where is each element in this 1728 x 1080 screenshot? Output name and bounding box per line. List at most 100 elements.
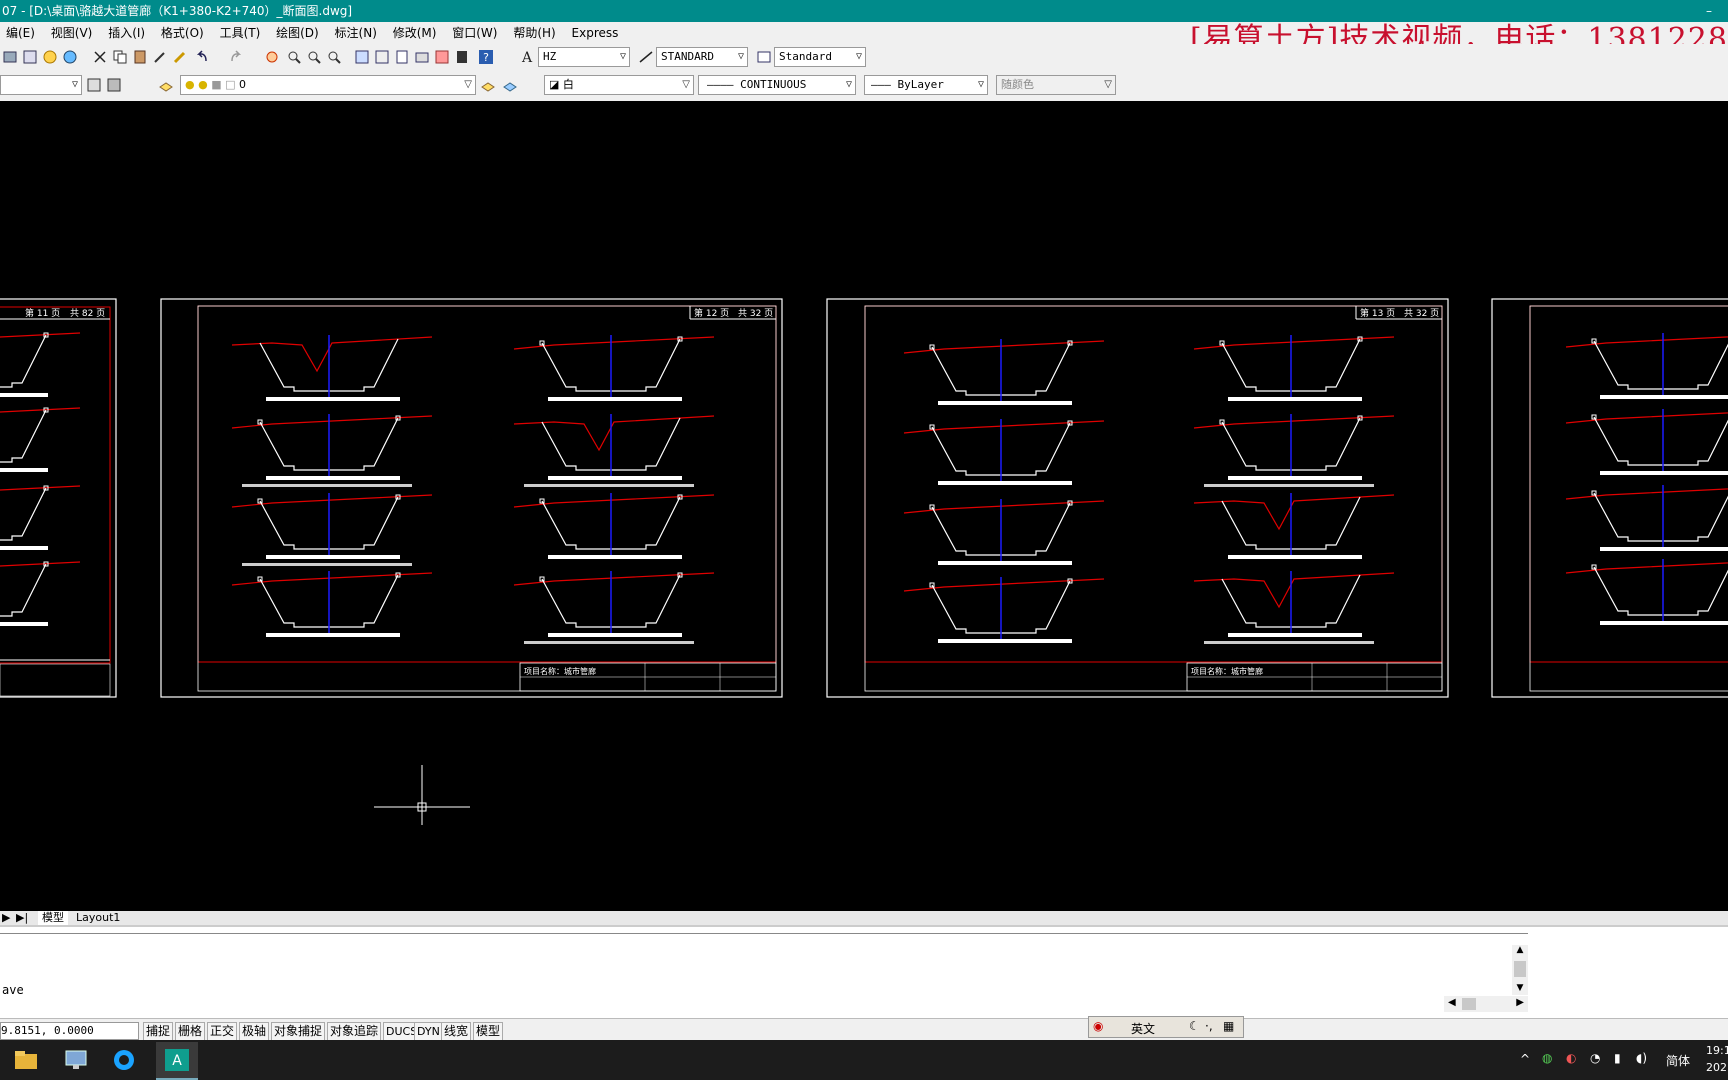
cut-icon[interactable] bbox=[92, 49, 108, 65]
scroll-down-icon[interactable]: ▼ bbox=[1512, 983, 1528, 993]
volume-icon[interactable]: ◖) bbox=[1636, 1051, 1647, 1065]
lineweight-toggle[interactable]: 线宽 bbox=[441, 1022, 472, 1041]
model-toggle[interactable]: 模型 bbox=[473, 1022, 504, 1041]
plot-icon[interactable] bbox=[2, 49, 18, 65]
sheet-set-icon[interactable] bbox=[414, 49, 430, 65]
zoom-window-icon[interactable] bbox=[306, 49, 322, 65]
lineweight-select[interactable]: ——— ByLayer ▽ bbox=[864, 75, 988, 95]
menu-draw[interactable]: 绘图(D) bbox=[270, 22, 325, 44]
chevron-down-icon: ▽ bbox=[845, 79, 852, 90]
scroll-up-icon[interactable]: ▲ bbox=[1512, 945, 1528, 955]
dyn-toggle[interactable]: DYN bbox=[414, 1022, 443, 1041]
save-workspace-icon[interactable] bbox=[106, 77, 122, 93]
chevron-down-icon: ▽ bbox=[464, 79, 472, 90]
scroll-thumb[interactable] bbox=[1462, 998, 1476, 1010]
clock-date[interactable]: 202 bbox=[1706, 1061, 1727, 1074]
markup-icon[interactable] bbox=[434, 49, 450, 65]
workspace-select[interactable]: ▽ bbox=[0, 75, 82, 95]
paste-icon[interactable] bbox=[132, 49, 148, 65]
microphone-icon[interactable]: ▮ bbox=[1614, 1051, 1621, 1065]
publish-icon[interactable] bbox=[42, 49, 58, 65]
input-language[interactable]: 简体 bbox=[1666, 1052, 1690, 1069]
calculator-icon[interactable] bbox=[454, 49, 470, 65]
moon-icon[interactable]: ☾ bbox=[1189, 1019, 1200, 1033]
otrack-toggle[interactable]: 对象追踪 bbox=[327, 1022, 382, 1041]
match-properties-icon[interactable] bbox=[152, 49, 168, 65]
horizontal-scrollbar[interactable]: ◀ ▶ bbox=[1444, 996, 1528, 1012]
undo-icon[interactable] bbox=[194, 49, 210, 65]
block-editor-icon[interactable] bbox=[172, 49, 188, 65]
zoom-previous-icon[interactable] bbox=[326, 49, 342, 65]
menu-tools[interactable]: 工具(T) bbox=[214, 22, 267, 44]
taskbar-autocad-button[interactable]: A bbox=[156, 1042, 198, 1080]
layout-tabs: ▶ ▶| 模型 Layout1 bbox=[0, 911, 1728, 925]
properties-icon[interactable] bbox=[354, 49, 370, 65]
wifi-icon[interactable]: ◔ bbox=[1590, 1051, 1600, 1065]
punctuation-icon[interactable]: ·, bbox=[1205, 1019, 1213, 1033]
menu-edit[interactable]: 编(E) bbox=[0, 22, 41, 44]
workspace-settings-icon[interactable] bbox=[86, 77, 102, 93]
pan-icon[interactable] bbox=[264, 49, 280, 65]
text-style-icon: A bbox=[521, 50, 533, 65]
ortho-toggle[interactable]: 正交 bbox=[207, 1022, 238, 1041]
menu-insert[interactable]: 插入(I) bbox=[102, 22, 151, 44]
tab-nav-last-icon[interactable]: ▶| bbox=[16, 911, 28, 925]
menu-format[interactable]: 格式(O) bbox=[155, 22, 210, 44]
scroll-right-icon[interactable]: ▶ bbox=[1516, 997, 1524, 1008]
layer-select[interactable]: ● ● ■ □ 0 ▽ bbox=[180, 75, 476, 95]
table-style-select[interactable]: Standard ▽ bbox=[774, 47, 866, 67]
keyboard-icon[interactable]: ▦ bbox=[1223, 1019, 1234, 1033]
tab-nav-next-icon[interactable]: ▶ bbox=[2, 911, 10, 925]
grid-toggle[interactable]: 栅格 bbox=[175, 1022, 206, 1041]
clock-time[interactable]: 19:1 bbox=[1706, 1044, 1728, 1057]
linetype-select[interactable]: ———— CONTINUOUS ▽ bbox=[698, 75, 856, 95]
command-scrollbar[interactable]: ▲ ▼ bbox=[1512, 945, 1528, 995]
chevron-up-icon[interactable]: ^ bbox=[1520, 1052, 1530, 1066]
tab-model[interactable]: 模型 bbox=[38, 911, 68, 925]
antivirus-icon[interactable]: ◐ bbox=[1566, 1051, 1576, 1065]
help-icon[interactable]: ? bbox=[478, 49, 494, 65]
lock-icon: ■ bbox=[211, 78, 222, 91]
svg-text:?: ? bbox=[483, 51, 489, 64]
tool-palettes-icon[interactable] bbox=[394, 49, 410, 65]
coordinate-readout[interactable]: 9.8151, 0.0000 bbox=[0, 1022, 139, 1040]
snap-toggle[interactable]: 捕捉 bbox=[143, 1022, 174, 1041]
ime-language[interactable]: 英文 bbox=[1131, 1020, 1155, 1037]
sheet-total-label: 共 32 页 bbox=[1404, 308, 1439, 319]
menu-dimension[interactable]: 标注(N) bbox=[329, 22, 383, 44]
menu-express[interactable]: Express bbox=[566, 22, 625, 44]
copy-icon[interactable] bbox=[112, 49, 128, 65]
dim-style-select[interactable]: STANDARD ▽ bbox=[656, 47, 748, 67]
layer-manager-icon[interactable] bbox=[158, 77, 174, 93]
3d-dwf-icon[interactable] bbox=[62, 49, 78, 65]
wechat-icon[interactable]: ◍ bbox=[1542, 1051, 1552, 1065]
standard-toolbar: ? A HZ ▽ STANDARD ▽ Standard ▽ bbox=[0, 44, 1728, 73]
layer-previous-icon[interactable] bbox=[502, 77, 518, 93]
menu-help[interactable]: 帮助(H) bbox=[507, 22, 561, 44]
scroll-thumb[interactable] bbox=[1514, 961, 1526, 977]
chevron-down-icon: ▽ bbox=[682, 79, 690, 90]
design-center-icon[interactable] bbox=[374, 49, 390, 65]
plot-preview-icon[interactable] bbox=[22, 49, 38, 65]
zoom-realtime-icon[interactable] bbox=[286, 49, 302, 65]
drawing-canvas[interactable]: 第 11 页 共 82 页 第 12 页 共 32 页 项目名称：城市管廊 第 … bbox=[0, 101, 1728, 911]
file-explorer-icon[interactable] bbox=[14, 1049, 38, 1071]
taskbar: A ^ ◍ ◐ ◔ ▮ ◖) 简体 19:1 202 bbox=[0, 1040, 1728, 1080]
remote-desktop-icon[interactable] bbox=[64, 1048, 88, 1072]
scroll-left-icon[interactable]: ◀ bbox=[1448, 997, 1456, 1008]
osnap-toggle[interactable]: 对象捕捉 bbox=[271, 1022, 326, 1041]
drawing-sheet bbox=[1491, 298, 1728, 698]
layers-toolbar: ▽ ● ● ■ □ 0 ▽ ◪ 白 ▽ ———— CONTINUOUS ▽ ——… bbox=[0, 72, 1728, 102]
polar-toggle[interactable]: 极轴 bbox=[239, 1022, 270, 1041]
color-select[interactable]: ◪ 白 ▽ bbox=[544, 75, 694, 95]
line-sample-icon: ——— bbox=[871, 78, 891, 91]
redo-icon[interactable] bbox=[228, 49, 244, 65]
text-style-select[interactable]: HZ ▽ bbox=[538, 47, 630, 67]
tab-layout1[interactable]: Layout1 bbox=[72, 911, 124, 925]
make-object-layer-current-icon[interactable] bbox=[480, 77, 496, 93]
menu-modify[interactable]: 修改(M) bbox=[387, 22, 443, 44]
menu-window[interactable]: 窗口(W) bbox=[446, 22, 503, 44]
dim-style-icon bbox=[639, 51, 653, 63]
browser-icon[interactable] bbox=[112, 1048, 136, 1072]
menu-view[interactable]: 视图(V) bbox=[45, 22, 99, 44]
